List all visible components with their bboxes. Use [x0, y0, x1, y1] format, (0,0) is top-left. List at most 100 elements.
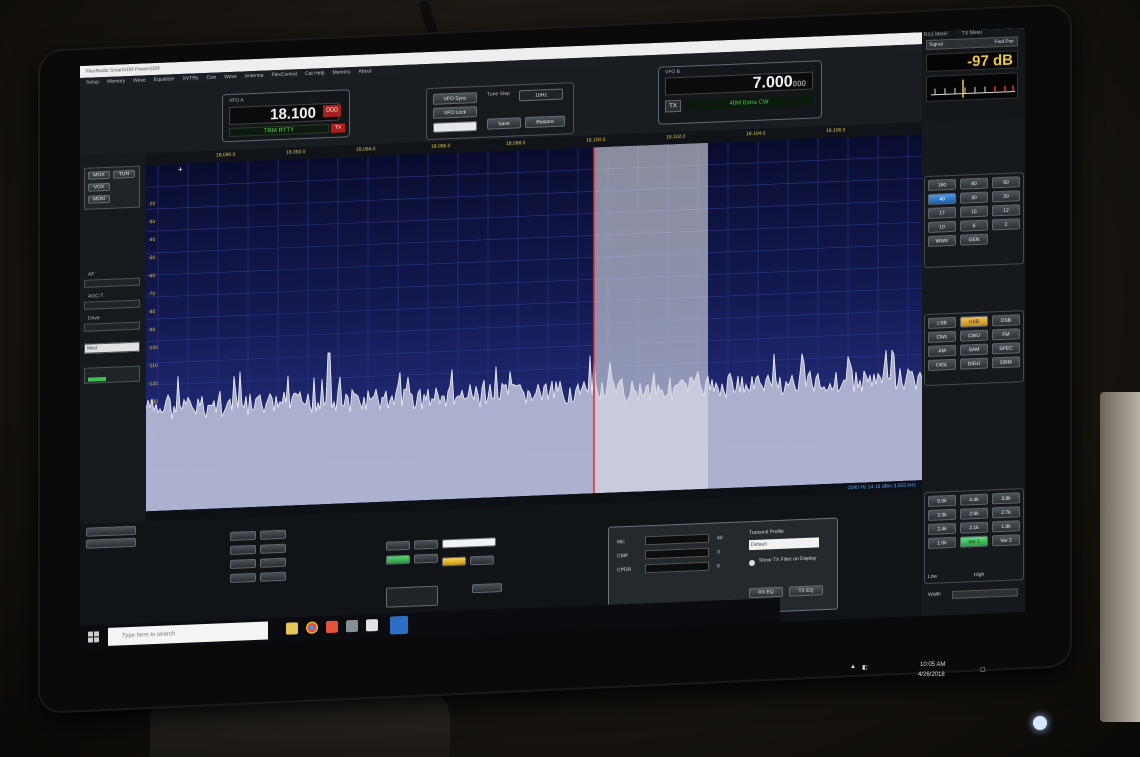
mode-button[interactable]: SPEC: [992, 342, 1020, 355]
filter-button[interactable]: Var 2: [992, 534, 1020, 547]
menu-cat-help[interactable]: Cat Help: [305, 70, 324, 77]
windows-start-icon[interactable]: [88, 631, 99, 643]
menu-flexcontrol[interactable]: FlexControl: [271, 71, 297, 78]
band-button[interactable]: 80: [960, 177, 988, 190]
vfo-lock-button[interactable]: VFO Lock: [433, 106, 477, 119]
menu-cwx[interactable]: Cwx: [206, 75, 216, 81]
save-button[interactable]: Save: [487, 117, 521, 130]
nr-button[interactable]: [230, 572, 256, 583]
vfo-swap-button[interactable]: [230, 544, 256, 555]
restore-button[interactable]: Restore: [525, 115, 565, 129]
cmp-slider[interactable]: [645, 547, 709, 560]
mode-button[interactable]: CWU: [960, 329, 988, 342]
mute-all-button[interactable]: [472, 583, 502, 594]
mode-button[interactable]: DIGU: [960, 357, 988, 370]
vfo-b-tx-button[interactable]: TX: [665, 99, 681, 113]
shield-icon[interactable]: [366, 619, 378, 632]
tx-eq-button[interactable]: TX EQ: [789, 585, 823, 597]
mode-button[interactable]: USB: [960, 315, 988, 328]
mode-button[interactable]: LSB: [928, 316, 956, 329]
band-button[interactable]: 30: [960, 191, 988, 204]
band-button[interactable]: 10: [928, 220, 956, 233]
cpdr-slider[interactable]: [645, 561, 709, 574]
mode-button[interactable]: SAM: [960, 343, 988, 356]
filter-button[interactable]: 3.8k: [992, 492, 1020, 505]
clock-date[interactable]: 4/26/2018: [918, 672, 945, 678]
vfo-b-to-a-button[interactable]: [260, 529, 286, 540]
mode-button[interactable]: DIGL: [928, 358, 956, 371]
peak-button[interactable]: [470, 555, 494, 566]
office-icon[interactable]: [326, 620, 338, 634]
vfo-b-frequency[interactable]: 7.000000: [665, 71, 813, 96]
split-button[interactable]: [260, 543, 286, 554]
band-button[interactable]: 160: [928, 178, 956, 191]
app-icon[interactable]: [346, 619, 358, 633]
clock-time[interactable]: 10:05 AM: [920, 662, 945, 668]
menu-memory[interactable]: Memory: [107, 78, 125, 85]
menu-equalizer[interactable]: Equalizer: [154, 76, 175, 83]
filter-button[interactable]: 2.4k: [928, 522, 956, 535]
chrome-icon[interactable]: [306, 621, 318, 634]
mute-button[interactable]: [386, 540, 410, 551]
volume-icon[interactable]: ◧: [862, 664, 868, 671]
volume-slider[interactable]: [386, 585, 438, 608]
vox-button[interactable]: VOX: [88, 182, 110, 192]
menu-xvtrs[interactable]: XVTRs: [183, 75, 199, 82]
filter-button[interactable]: Var 1: [960, 535, 988, 548]
anf-button[interactable]: [260, 571, 286, 582]
mode-button[interactable]: CWL: [928, 330, 956, 343]
menu-about[interactable]: About: [359, 68, 372, 75]
menu-setup[interactable]: Setup: [86, 79, 99, 86]
filter-button[interactable]: 2.7k: [992, 506, 1020, 519]
rx1-button[interactable]: [386, 554, 410, 565]
fwd-pwr-select[interactable]: Fwd Pwr: [995, 37, 1014, 47]
band-button[interactable]: 2: [992, 218, 1020, 231]
rit-button[interactable]: [230, 558, 256, 569]
zoom-control[interactable]: [86, 525, 136, 537]
panadapter-display[interactable]: -20 -30 -40 -50 -60 -70 -80 -90 -100 -110 -120 -130…: [146, 133, 936, 512]
filter-button[interactable]: 3.3k: [928, 508, 956, 521]
band-button[interactable]: 40: [928, 192, 956, 205]
tun-button[interactable]: TUN: [113, 169, 135, 179]
profile-select[interactable]: Default: [749, 537, 819, 551]
filter-button[interactable]: 1.0k: [928, 536, 956, 549]
band-button[interactable]: WWV: [928, 234, 956, 247]
vfo-lock-field[interactable]: [433, 121, 477, 133]
file-explorer-icon[interactable]: [286, 622, 298, 635]
agc-slider[interactable]: [84, 299, 140, 310]
vfo-sync-button[interactable]: VFO Sync: [433, 92, 477, 105]
menu-antenna[interactable]: Antenna: [245, 73, 264, 80]
vfo-a-tx-badge[interactable]: TX: [331, 123, 345, 133]
tune-step-select[interactable]: 10Hz: [519, 88, 563, 102]
band-button[interactable]: 6: [960, 219, 988, 232]
drive-slider[interactable]: [84, 321, 140, 332]
vfo-a-subhz[interactable]: 000: [323, 104, 341, 118]
pan-control[interactable]: [86, 537, 136, 549]
notification-icon[interactable]: ▢: [980, 666, 986, 673]
signal-select[interactable]: Signal: [929, 41, 943, 48]
filter-button[interactable]: 1.8k: [992, 520, 1020, 533]
bandwidth-field[interactable]: [442, 537, 496, 549]
af-slider[interactable]: [84, 277, 140, 288]
menu-wave-2[interactable]: Wave: [224, 74, 237, 81]
band-button[interactable]: GEN: [960, 233, 988, 246]
filter-button[interactable]: 2.9k: [960, 507, 988, 520]
taskbar-search-input[interactable]: Type here to search: [108, 621, 268, 646]
band-button[interactable]: 60: [992, 176, 1020, 189]
mon-button[interactable]: MON: [88, 194, 110, 204]
xit-button[interactable]: [260, 557, 286, 568]
mox-button[interactable]: MOX: [88, 170, 110, 180]
band-button[interactable]: 17: [928, 206, 956, 219]
rx2-button[interactable]: [414, 553, 438, 564]
show-tx-filter-checkbox[interactable]: [749, 559, 755, 567]
tnf-button[interactable]: [442, 556, 466, 567]
filter-button[interactable]: 5.0k: [928, 494, 956, 507]
band-button[interactable]: 15: [960, 205, 988, 218]
filter-passband[interactable]: [594, 142, 708, 494]
filter-button[interactable]: 2.1k: [960, 521, 988, 534]
width-slider[interactable]: [952, 588, 1018, 599]
mode-button[interactable]: AM: [928, 344, 956, 357]
bin-button[interactable]: [414, 539, 438, 550]
band-button[interactable]: 12: [992, 204, 1020, 217]
power-led-icon[interactable]: [1033, 716, 1047, 730]
